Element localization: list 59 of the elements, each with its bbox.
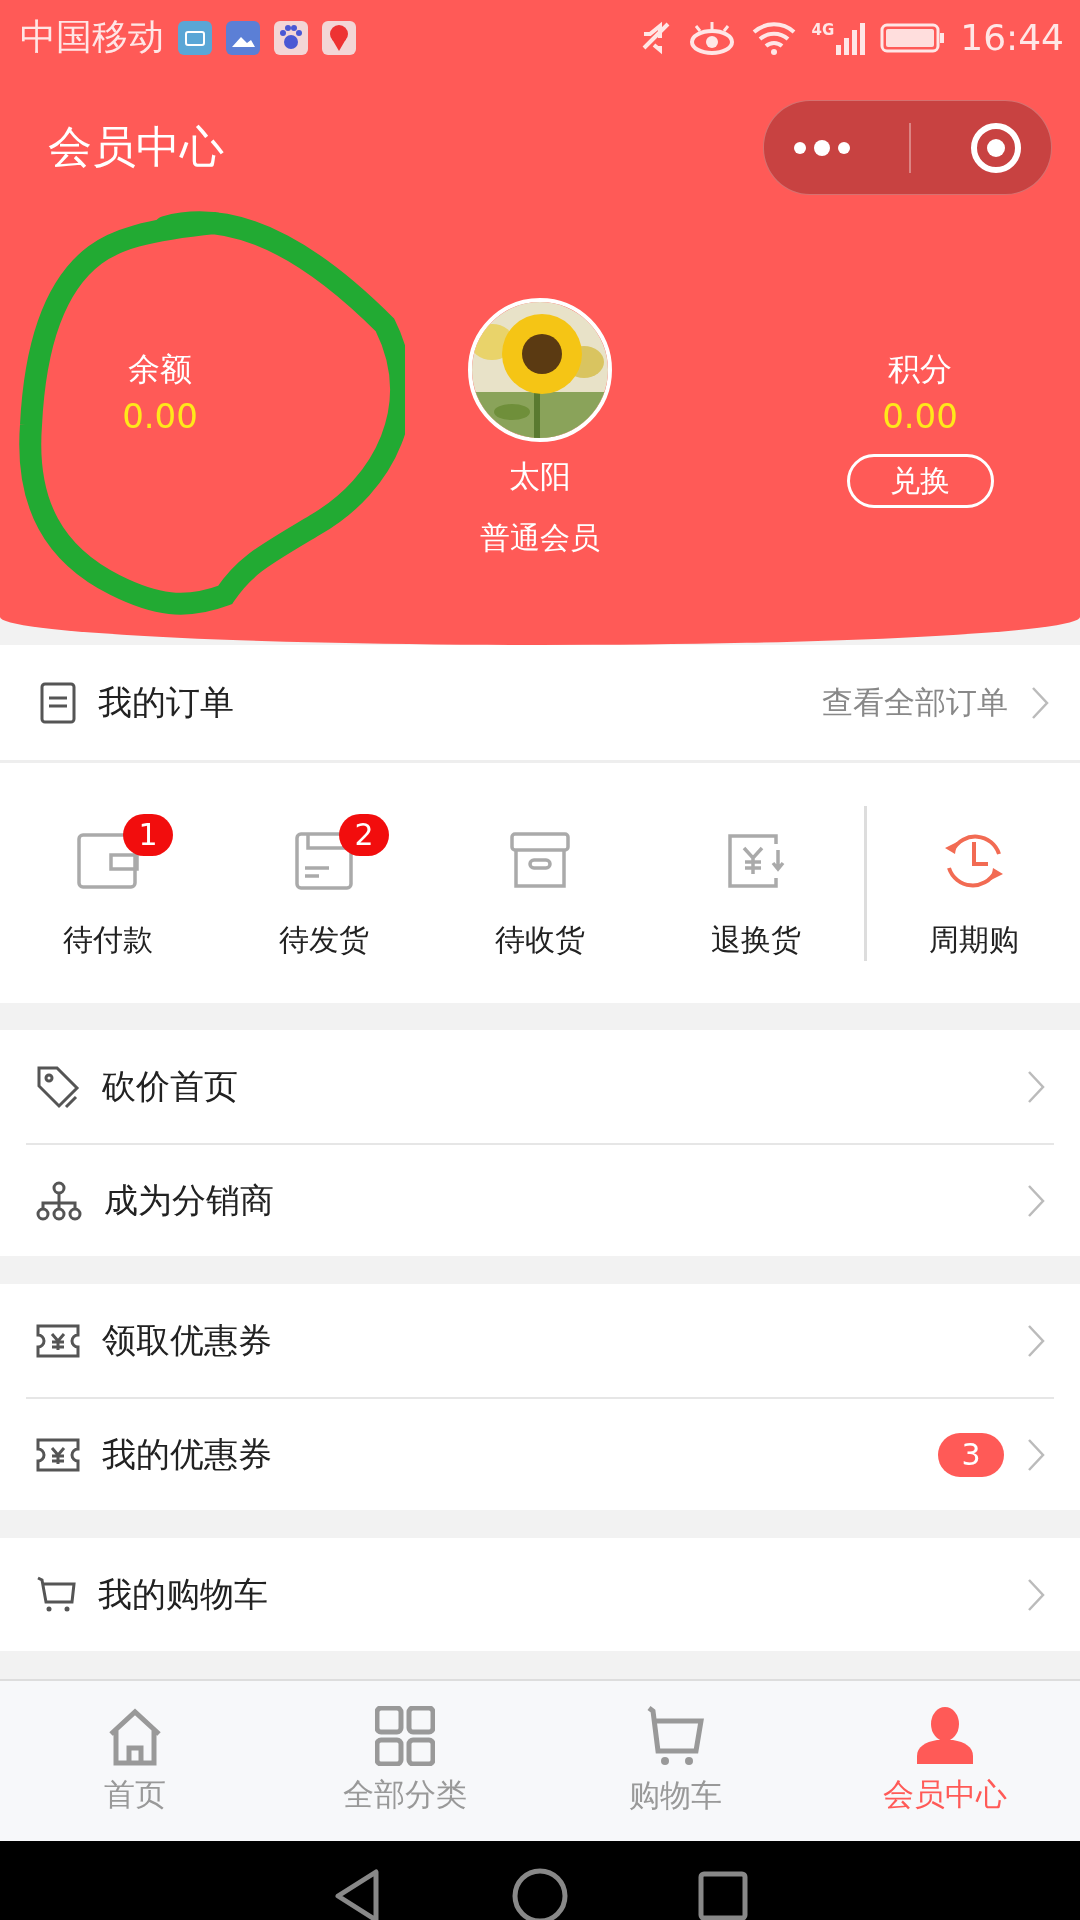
order-status-label: 待收货 <box>495 920 585 959</box>
points-label: 积分 <box>888 349 952 390</box>
user-name: 太阳 <box>509 457 571 496</box>
cart-icon[interactable] <box>645 1705 705 1767</box>
more-icon[interactable] <box>793 139 852 156</box>
app-notification-icon <box>178 20 212 55</box>
menu-label: 成为分销商 <box>104 1178 274 1222</box>
order-status-item[interactable]: 退换货 <box>648 805 864 961</box>
order-status-label: 待发货 <box>279 920 369 959</box>
order-status-item[interactable]: 1 待付款 <box>0 805 216 961</box>
menu-item[interactable]: 我的优惠券 3 <box>26 1397 1054 1510</box>
order-status-item[interactable]: 待收货 <box>432 805 648 961</box>
orders-title: 我的订单 <box>98 680 234 724</box>
return-icon <box>726 831 786 890</box>
order-status-label: 周期购 <box>928 920 1019 959</box>
signal-icon <box>836 20 867 55</box>
menu-label: 砍价首页 <box>102 1064 238 1108</box>
menu-item[interactable]: 领取优惠券 <box>26 1284 1054 1397</box>
close-target-icon[interactable] <box>969 121 1022 174</box>
coupon-icon <box>36 1323 80 1358</box>
coupon-icon <box>36 1437 80 1472</box>
menu-label: 领取优惠券 <box>102 1318 272 1362</box>
member-level: 普通会员 <box>480 519 600 557</box>
menu-label: 我的购物车 <box>98 1572 268 1616</box>
carrier-name: 中国移动 <box>20 15 164 59</box>
menu-item[interactable]: 砍价首页 <box>26 1030 1054 1143</box>
wallet-icon <box>77 832 139 889</box>
hierarchy-icon <box>36 1180 82 1221</box>
eye-icon <box>687 19 736 56</box>
view-all-orders-link[interactable]: 查看全部订单 <box>822 681 1008 724</box>
order-status-label: 退换货 <box>711 920 801 959</box>
count-badge: 2 <box>339 813 389 856</box>
count-badge: 3 <box>938 1432 1004 1477</box>
menu-label: 我的优惠券 <box>102 1432 272 1476</box>
back-icon[interactable] <box>332 1868 382 1920</box>
price-tag-icon <box>36 1064 80 1109</box>
paw-notification-icon <box>274 20 308 55</box>
tab-label: 购物车 <box>628 1776 722 1815</box>
grid-icon[interactable] <box>375 1706 435 1766</box>
order-status-label: 待付款 <box>63 920 153 959</box>
tab-label: 会员中心 <box>883 1775 1007 1814</box>
cart-icon <box>36 1575 76 1614</box>
map-pin-notification-icon <box>322 20 356 55</box>
count-badge: 1 <box>123 813 173 856</box>
menu-item[interactable]: 成为分销商 <box>26 1143 1054 1256</box>
order-status-item[interactable]: 周期购 <box>864 805 1080 961</box>
document-icon <box>40 681 76 724</box>
points-value: 0.00 <box>882 396 958 436</box>
person-icon[interactable] <box>915 1706 975 1766</box>
page-title: 会员中心 <box>48 120 224 174</box>
tab-label: 首页 <box>104 1775 166 1814</box>
archive-box-icon <box>510 831 570 890</box>
clock-time: 16:44 <box>960 17 1064 58</box>
balance-value: 0.00 <box>122 396 198 436</box>
order-status-item[interactable]: 2 待发货 <box>216 805 432 961</box>
balance-label: 余额 <box>128 349 192 390</box>
network-type: 4G <box>811 20 835 39</box>
gallery-notification-icon <box>226 20 260 55</box>
tab-label: 全部分类 <box>343 1775 467 1814</box>
